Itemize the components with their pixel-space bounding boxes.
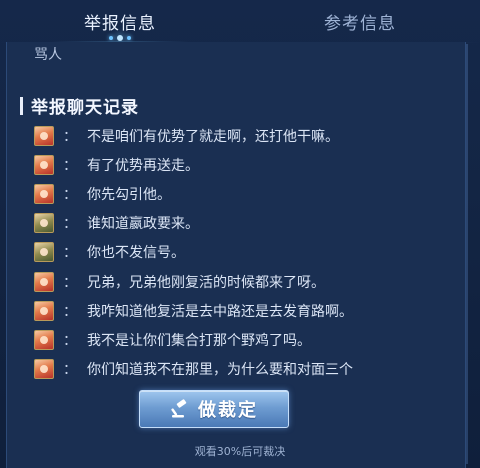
chat-message-row: ： 不是咱们有优势了就走啊，还打他干嘛。 xyxy=(34,121,454,150)
tab-reference-info[interactable]: 参考信息 xyxy=(240,0,480,42)
chat-section-title: 举报聊天记录 xyxy=(31,98,139,118)
hero-avatar-icon xyxy=(34,242,54,263)
chat-message-text: 不是咱们有优势了就走啊，还打他干嘛。 xyxy=(87,128,339,145)
hero-avatar-icon xyxy=(34,154,54,175)
chat-message-row: ： 我不是让你们集合打那个野鸡了吗。 xyxy=(34,325,454,354)
chat-section-header: 举报聊天记录 xyxy=(20,93,139,118)
chat-message-row: ： 兄弟，兄弟他刚复活的时候都来了呀。 xyxy=(34,267,454,296)
hero-avatar-icon xyxy=(34,213,54,234)
chat-message-row: ： 你们知道我不在那里，为什么要和对面三个 xyxy=(34,355,454,384)
colon: ： xyxy=(63,186,77,203)
chat-message-row: ： 你先勾引他。 xyxy=(34,179,454,208)
chat-message-row: ： 我咋知道他复活是去中路还是去发育路啊。 xyxy=(34,296,454,325)
colon: ： xyxy=(63,128,77,145)
chat-message-text: 你也不发信号。 xyxy=(87,245,185,262)
tab-reference-info-label: 参考信息 xyxy=(324,13,396,34)
section-marker xyxy=(20,96,23,115)
hero-avatar-icon xyxy=(34,125,54,146)
chat-message-row: ： 你也不发信号。 xyxy=(34,238,454,267)
report-reason: 骂人 xyxy=(34,47,62,63)
chat-message-text: 有了优势再送走。 xyxy=(87,157,199,174)
chat-message-text: 谁知道嬴政要来。 xyxy=(87,216,199,233)
scrollbar[interactable] xyxy=(466,44,468,464)
hero-avatar-icon xyxy=(34,271,54,292)
chat-message-text: 你先勾引他。 xyxy=(87,186,171,203)
chat-message-text: 兄弟，兄弟他刚复活的时候都来了呀。 xyxy=(87,274,325,291)
make-verdict-button[interactable]: 做裁定 xyxy=(139,390,289,428)
colon: ： xyxy=(63,274,77,291)
hero-avatar-icon xyxy=(34,300,54,321)
colon: ： xyxy=(63,245,77,262)
hero-avatar-icon xyxy=(34,359,54,380)
hero-avatar-icon xyxy=(34,329,54,350)
colon: ： xyxy=(63,216,77,233)
chat-log-list: ： 不是咱们有优势了就走啊，还打他干嘛。 ： 有了优势再送走。 ： 你先勾引他。… xyxy=(34,121,454,384)
tab-report-info-label: 举报信息 xyxy=(84,13,156,34)
colon: ： xyxy=(63,157,77,174)
tab-report-info[interactable]: 举报信息 xyxy=(0,0,240,44)
report-review-screen: 举报信息 参考信息 骂人 举报聊天记录 ： 不是咱们有优势了就走啊，还打他干嘛。… xyxy=(0,0,480,468)
gavel-icon xyxy=(171,399,187,418)
indicator-dot-left xyxy=(109,36,113,40)
colon: ： xyxy=(63,362,77,379)
chat-message-text: 我不是让你们集合打那个野鸡了吗。 xyxy=(87,332,311,349)
colon: ： xyxy=(63,332,77,349)
colon: ： xyxy=(63,303,77,320)
hero-avatar-icon xyxy=(34,183,54,204)
make-verdict-label: 做裁定 xyxy=(198,400,258,421)
tab-bar: 举报信息 参考信息 xyxy=(0,0,480,44)
chat-message-row: ： 谁知道嬴政要来。 xyxy=(34,209,454,238)
chat-message-row: ： 有了优势再送走。 xyxy=(34,150,454,179)
chat-message-text: 我咋知道他复活是去中路还是去发育路啊。 xyxy=(87,303,353,320)
chat-message-text: 你们知道我不在那里，为什么要和对面三个 xyxy=(87,362,353,379)
indicator-dot-right xyxy=(127,36,131,40)
verdict-hint-text: 观看30%后可裁决 xyxy=(194,445,286,458)
